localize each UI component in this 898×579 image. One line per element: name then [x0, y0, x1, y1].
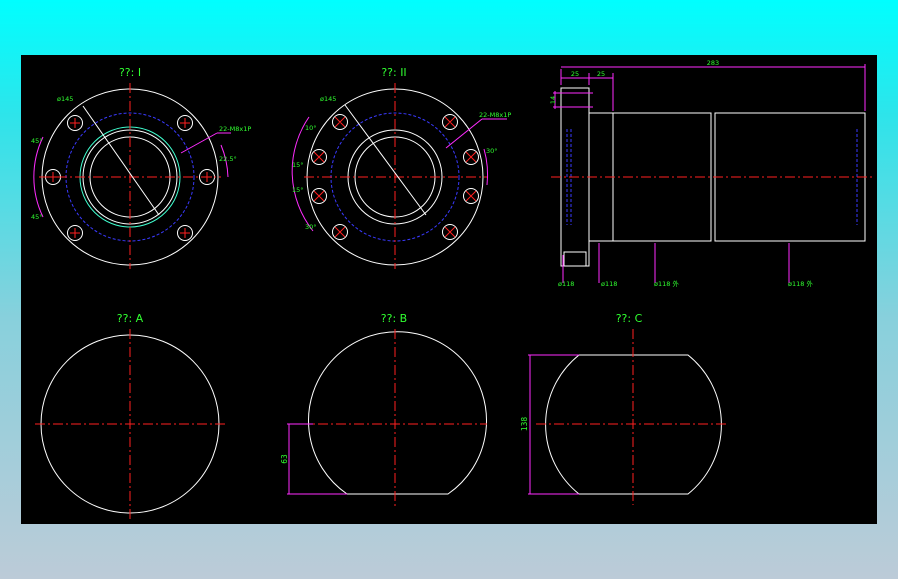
angle-label-a: 10° [305, 124, 317, 132]
view-c: ??: C 138 [520, 312, 727, 505]
view-b-profile [308, 331, 487, 495]
pcd-label: ø145 [57, 95, 73, 103]
side-label-3: ø118 外 [654, 279, 679, 288]
view-b-dim: 63 [280, 454, 289, 464]
view-a: ??: A [35, 312, 225, 519]
view-b: ??: B 63 [280, 312, 487, 507]
dim-total: 283 [707, 59, 719, 67]
angle-label-d: 30° [305, 223, 317, 231]
cad-drawing-canvas: ??: I ø145 45° 45° 22-M8x1P 22.5° ??: II [31, 59, 873, 519]
hole-label: 22-M8x1P [479, 111, 511, 119]
side-view: 283 25 25 14 ø118 ø118 ø118 外 ø118 外 [549, 59, 873, 288]
pcd-label: ø145 [320, 95, 336, 103]
view-b-title: ??: B [381, 312, 407, 325]
side-label-4: ø118 外 [788, 279, 813, 288]
view-1-title: ??: I [119, 66, 141, 79]
angle-label-b: 15° [292, 161, 304, 169]
dim-c: 14 [549, 96, 557, 104]
hole-label: 22-M8x1P [219, 125, 251, 133]
view-a-title: ??: A [117, 312, 144, 325]
angle-arc-left [291, 116, 314, 232]
view-1-flange: ??: I ø145 45° 45° 22-M8x1P 22.5° [31, 66, 251, 269]
angle-label-c: 15° [292, 186, 304, 194]
view-c-title: ??: C [616, 312, 643, 325]
angle-label-right: 30° [486, 147, 498, 155]
angle-label-top: 45° [31, 137, 43, 145]
angle-label-right: 22.5° [219, 155, 237, 163]
view-2-title: ??: II [381, 66, 406, 79]
side-label-1: ø118 [558, 280, 574, 288]
view-2-flange: ??: II ø145 10° 15° 15° 30° 22-M8x1P 30° [291, 66, 511, 269]
pcd-leader [344, 104, 427, 216]
dim-b: 25 [597, 70, 605, 78]
pcd-leader [82, 105, 160, 216]
cad-drawing-viewport[interactable]: ??: I ø145 45° 45° 22-M8x1P 22.5° ??: II [21, 55, 877, 524]
view-c-dim: 138 [520, 417, 529, 432]
angle-label-bottom: 45° [31, 213, 43, 221]
dim-a: 25 [571, 70, 579, 78]
side-label-2: ø118 [601, 280, 617, 288]
